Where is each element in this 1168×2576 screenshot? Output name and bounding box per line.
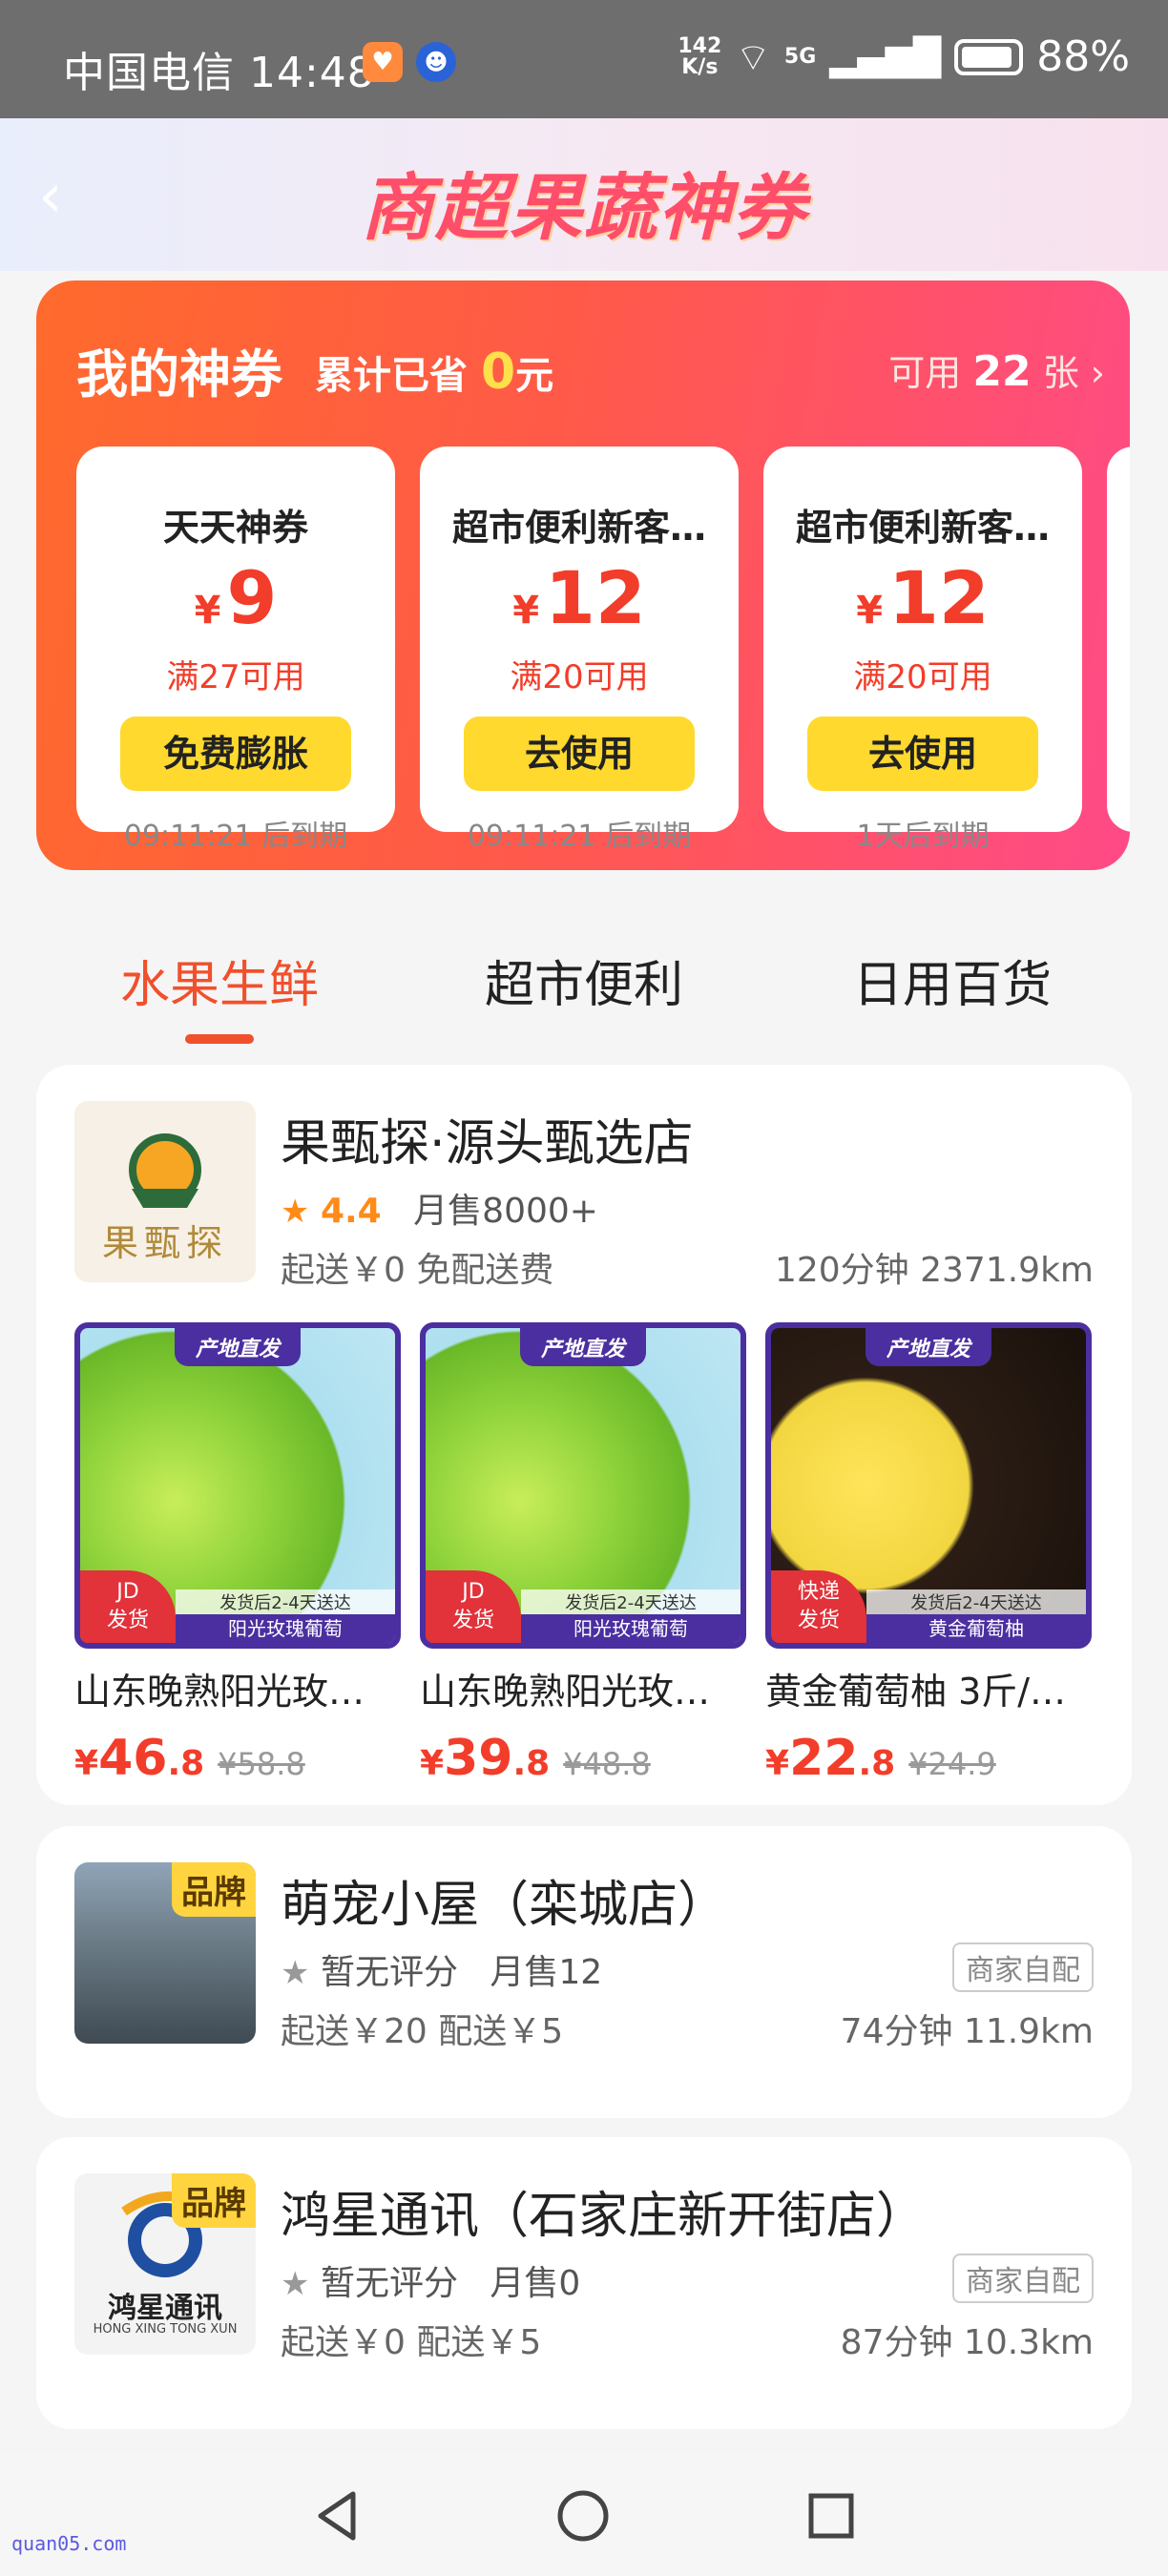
star-icon: ★ (281, 1954, 310, 1992)
store-card[interactable]: 果甄探 果甄探·源头甄选店 ★ 4.4 月售8000+ 起送￥0 免配送费 12… (36, 1065, 1132, 1805)
star-icon: ★ (281, 2265, 310, 2303)
coupon-use-button[interactable]: 去使用 (464, 717, 695, 791)
product-price: ¥39.8 ¥48.8 (420, 1730, 651, 1787)
tab-supermarket[interactable]: 超市便利 (485, 945, 683, 1016)
nav-back-icon[interactable] (303, 2483, 370, 2549)
system-nav-bar (0, 2452, 1168, 2576)
tab-daily-goods[interactable]: 日用百货 (853, 945, 1052, 1016)
product-title: 黄金葡萄柚 3斤/… (765, 1671, 1067, 1713)
product-item[interactable]: 产地直发 发货后2-4天送达 JD 发货 阳光玫瑰葡萄 山东晚熟阳光玫… ¥39… (420, 1322, 746, 1787)
store-rating: ★ 4.4 月售8000+ (281, 1192, 598, 1231)
self-delivery-badge: 商家自配 (952, 2254, 1094, 2303)
coupon-expand-button[interactable]: 免费膨胀 (120, 717, 351, 791)
battery-percent: 88% (1036, 32, 1130, 81)
product-title: 山东晚熟阳光玫… (420, 1671, 711, 1713)
coupon-item[interactable]: 超市便利新客… ¥12 满20可用 去使用 1天后到期 (763, 447, 1082, 853)
product-item[interactable]: 产地直发 发货后2-4天送达 快递 发货 黄金葡萄柚 黄金葡萄柚 3斤/… ¥2… (765, 1322, 1092, 1787)
store-delivery-info: 起送￥0 免配送费 (281, 1251, 554, 1290)
store-time-distance: 74分钟 11.9km (840, 2012, 1094, 2051)
brand-tag: 品牌 (172, 2173, 256, 2228)
net-speed: 142 K/s (678, 33, 722, 79)
nav-home-icon[interactable] (550, 2483, 616, 2549)
store-name[interactable]: 果甄探·源头甄选店 (281, 1103, 694, 1174)
signal-icon: ▂▄▆█ (829, 35, 942, 78)
signal-label: 5G (783, 45, 817, 69)
coupon-item[interactable]: 超市便利新客… ¥12 满20可用 去使用 09:11:21 后到期 (420, 447, 739, 853)
battery-icon (954, 38, 1024, 75)
category-tabs: 水果生鲜 超市便利 日用百货 (0, 916, 1168, 1049)
store-delivery-info: 起送￥20 配送￥5 (281, 2012, 564, 2051)
store-time-distance: 120分钟 2371.9km (774, 1251, 1094, 1290)
store-delivery-info: 起送￥0 配送￥5 (281, 2323, 542, 2362)
self-delivery-badge: 商家自配 (952, 1942, 1094, 1992)
product-item[interactable]: 产地直发 发货后2-4天送达 JD 发货 阳光玫瑰葡萄 山东晚熟阳光玫… ¥46… (74, 1322, 401, 1787)
product-image: 产地直发 发货后2-4天送达 JD 发货 阳光玫瑰葡萄 (420, 1322, 746, 1649)
store-rating: ★ 暂无评分 月售12 (281, 1953, 603, 1992)
product-price: ¥22.8 ¥24.9 (765, 1730, 996, 1787)
my-coupons-card: 我的神券 累计已省 0元 可用 22 张 › 天天神券 ¥9 满27可用 免费膨… (36, 280, 1130, 870)
coupon-use-button[interactable]: 去使用 (807, 717, 1038, 791)
store-card[interactable]: 品牌 萌宠小屋（栾城店） ★ 暂无评分 月售12 商家自配 起送￥20 配送￥5… (36, 1826, 1132, 2118)
page-header: ‹ 商超果蔬神券 (0, 118, 1168, 271)
wifi-icon: ⌔ (735, 35, 771, 80)
product-image: 产地直发 发货后2-4天送达 快递 发货 黄金葡萄柚 (765, 1322, 1092, 1649)
store-logo-subtext: HONG XING TONG XUN (93, 2322, 238, 2337)
tab-fresh-fruit[interactable]: 水果生鲜 (120, 945, 319, 1016)
store-logo-text: 果甄探 (101, 1222, 228, 1264)
coupon-item[interactable]: 天天神券 ¥9 满27可用 免费膨胀 09:11:21 后到期 (76, 447, 395, 853)
carrier-time: 中国电信 14:48 (63, 49, 375, 97)
product-title: 山东晚熟阳光玫… (74, 1671, 365, 1713)
star-icon: ★ (281, 1193, 310, 1231)
product-price: ¥46.8 ¥58.8 (74, 1730, 305, 1787)
store-card[interactable]: 鸿星通讯 HONG XING TONG XUN 品牌 鸿星通讯（石家庄新开街店）… (36, 2137, 1132, 2429)
store-logo-text: 鸿星通讯 (108, 2292, 222, 2325)
store-name[interactable]: 萌宠小屋（栾城店） (281, 1864, 727, 1936)
store-name[interactable]: 鸿星通讯（石家庄新开街店） (281, 2175, 926, 2247)
store-logo: 鸿星通讯 HONG XING TONG XUN 品牌 (74, 2173, 256, 2355)
page-title: 商超果蔬神券 (361, 165, 807, 250)
store-logo: 品牌 (74, 1862, 256, 2044)
nav-recent-apps-icon[interactable] (798, 2483, 865, 2549)
product-image: 产地直发 发货后2-4天送达 JD 发货 阳光玫瑰葡萄 (74, 1322, 401, 1649)
store-time-distance: 87分钟 10.3km (840, 2323, 1094, 2362)
coupons-title: 我的神券 (76, 344, 282, 405)
watermark: quan05.com (11, 2532, 127, 2555)
store-logo: 果甄探 (74, 1101, 256, 1282)
store-rating: ★ 暂无评分 月售0 (281, 2264, 581, 2303)
brand-tag: 品牌 (172, 1862, 256, 1917)
assistant-notification-icon: ☻ (416, 42, 456, 82)
status-indicators: 142 K/s ⌔ 5G ▂▄▆█ 88% (678, 32, 1130, 81)
coupons-saved: 累计已省 0元 (315, 343, 554, 401)
status-bar: 中国电信 14:48 ♥ ☻ 142 K/s ⌔ 5G ▂▄▆█ 88% (0, 0, 1168, 118)
app-notification-icon: ♥ (363, 42, 403, 82)
coupon-item-peek[interactable] (1107, 447, 1130, 832)
available-coupons-link[interactable]: 可用 22 张 › (888, 343, 1105, 396)
active-tab-indicator (185, 1034, 254, 1044)
